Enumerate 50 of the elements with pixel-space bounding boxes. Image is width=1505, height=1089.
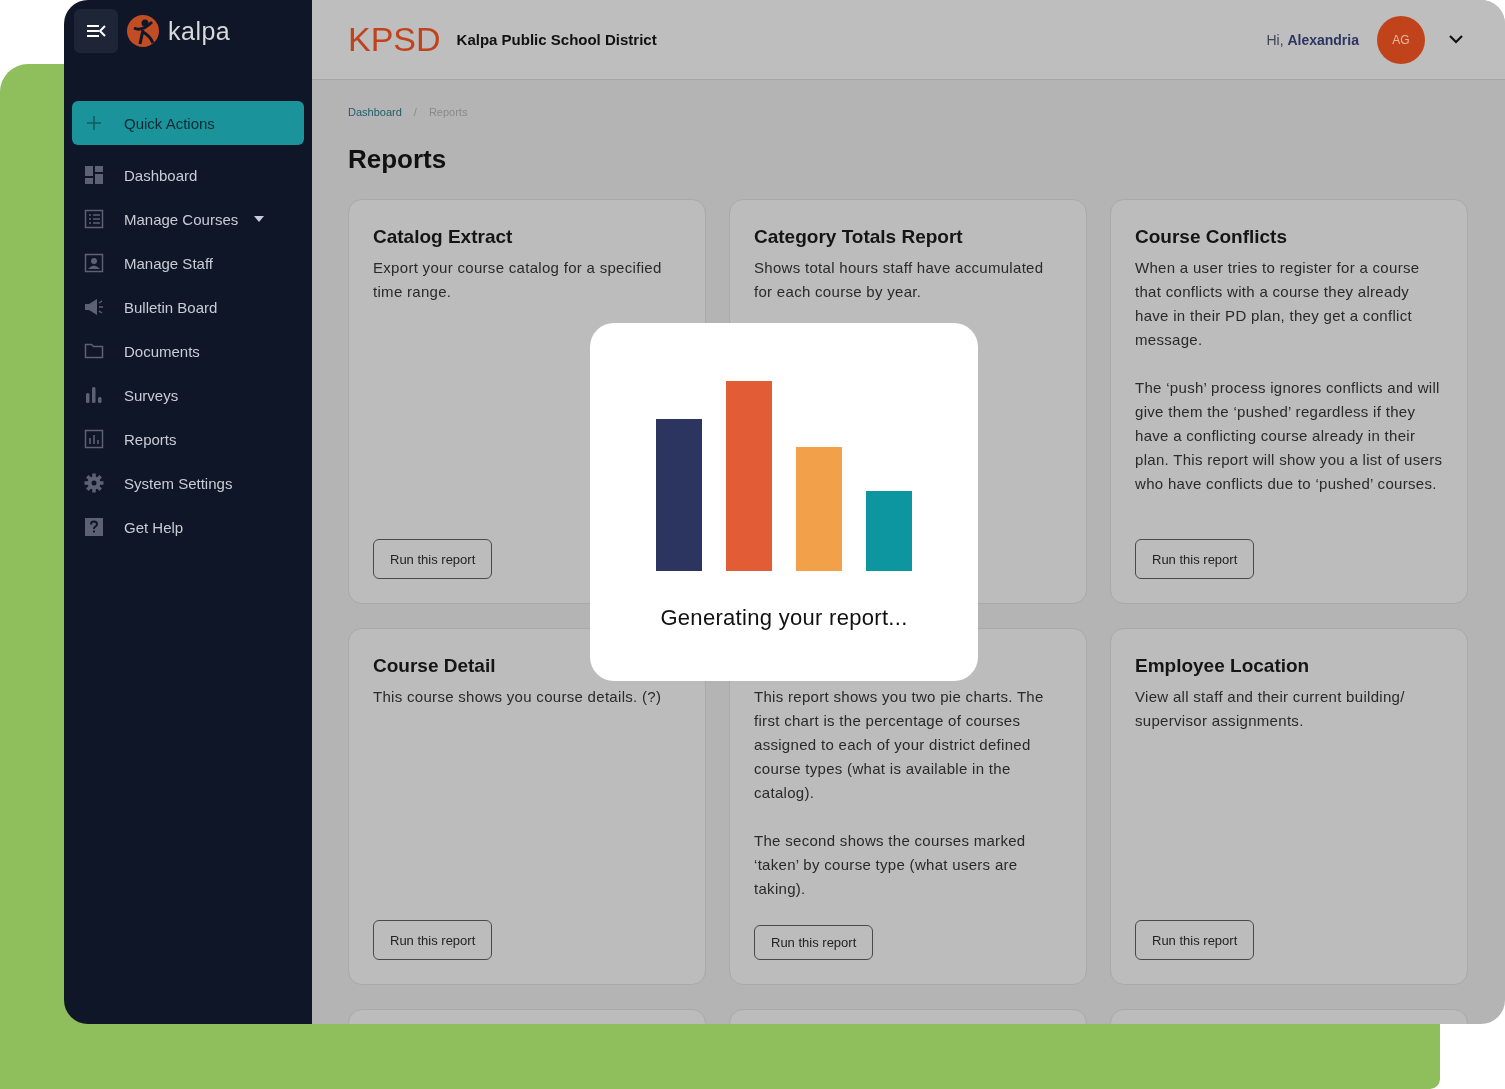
sidebar-item[interactable]: Get Help (72, 505, 304, 549)
quick-actions-button[interactable]: Quick Actions (72, 101, 304, 145)
run-report-button[interactable]: Run this report (1135, 920, 1255, 960)
card-description: The ‘push’ process ignores conflicts and will give them the ‘pushed’ regardless if they have a conflicting course already in their plan. This report will show you a list of users who have conflicts due to ‘pushed’ courses. (1135, 378, 1443, 494)
card-description: View all staff and their current building/ supervisor assignments. (1135, 687, 1406, 731)
sidebar-item[interactable]: Manage Staff (72, 241, 304, 285)
chart-icon (84, 429, 104, 449)
menu-icon (86, 23, 106, 39)
person-card-icon (84, 253, 104, 273)
district-abbreviation: KPSD (348, 20, 441, 59)
card-description: This report shows you two pie charts. The first chart is the percentage of courses assigned to each of your district defined course types (what is available in the catalog). (754, 687, 1045, 803)
plus-icon (86, 115, 102, 131)
dashboard-icon (84, 165, 104, 185)
card-description: This course shows you course details. (?) (373, 687, 662, 707)
logo-text: kalpa (168, 16, 231, 46)
card-title: Course Conflicts (1135, 226, 1289, 248)
card-description: Shows total hours staff have accumulated for each course by year. (754, 258, 1045, 302)
greeting-text: Hi, Alexandria (1266, 31, 1359, 48)
card-title: Course Detail (373, 655, 497, 677)
card-title: Catalog Extract (373, 226, 514, 248)
sidebar-item[interactable]: Manage Courses (72, 197, 304, 241)
breadcrumb-separator: / (413, 106, 417, 118)
menu-toggle-button[interactable] (74, 9, 118, 53)
run-report-button[interactable]: Run this report (373, 539, 493, 579)
run-report-button[interactable]: Run this report (1135, 539, 1255, 579)
card-title: Employee Location (1135, 655, 1311, 677)
page-title: Reports (348, 144, 448, 175)
district-name: Kalpa Public School District (456, 31, 657, 48)
sidebar-item[interactable]: System Settings (72, 461, 304, 505)
card-description: Export your course catalog for a specified time range. (373, 258, 663, 302)
run-report-button[interactable]: Run this report (754, 925, 874, 960)
card-description: When a user tries to register for a course that conflicts with a course they already have in their PD plan, they get a conflict message. (1135, 258, 1421, 350)
sidebar-item[interactable]: Reports (72, 417, 304, 461)
chevron-down-icon[interactable] (1449, 35, 1463, 44)
settings-icon (84, 473, 104, 493)
list-icon (84, 209, 104, 229)
run-report-button[interactable]: Run this report (373, 920, 493, 960)
card-description: The second shows the courses marked ‘taken’ by course type (what users are taking). (754, 831, 1027, 899)
help-icon (84, 517, 104, 537)
loading-message: Generating your report... (660, 605, 908, 631)
folder-icon (84, 341, 104, 361)
sidebar-item[interactable]: Dashboard (72, 153, 304, 197)
logo-icon (126, 14, 160, 48)
bar-chart-icon (84, 385, 104, 405)
card-title: Category Totals Report (754, 226, 964, 248)
sidebar-item[interactable]: Documents (72, 329, 304, 373)
sidebar-item[interactable]: Surveys (72, 373, 304, 417)
sidebar-item[interactable]: Bulletin Board (72, 285, 304, 329)
megaphone-icon (84, 297, 104, 317)
breadcrumb-link[interactable]: Dashboard (348, 106, 402, 118)
